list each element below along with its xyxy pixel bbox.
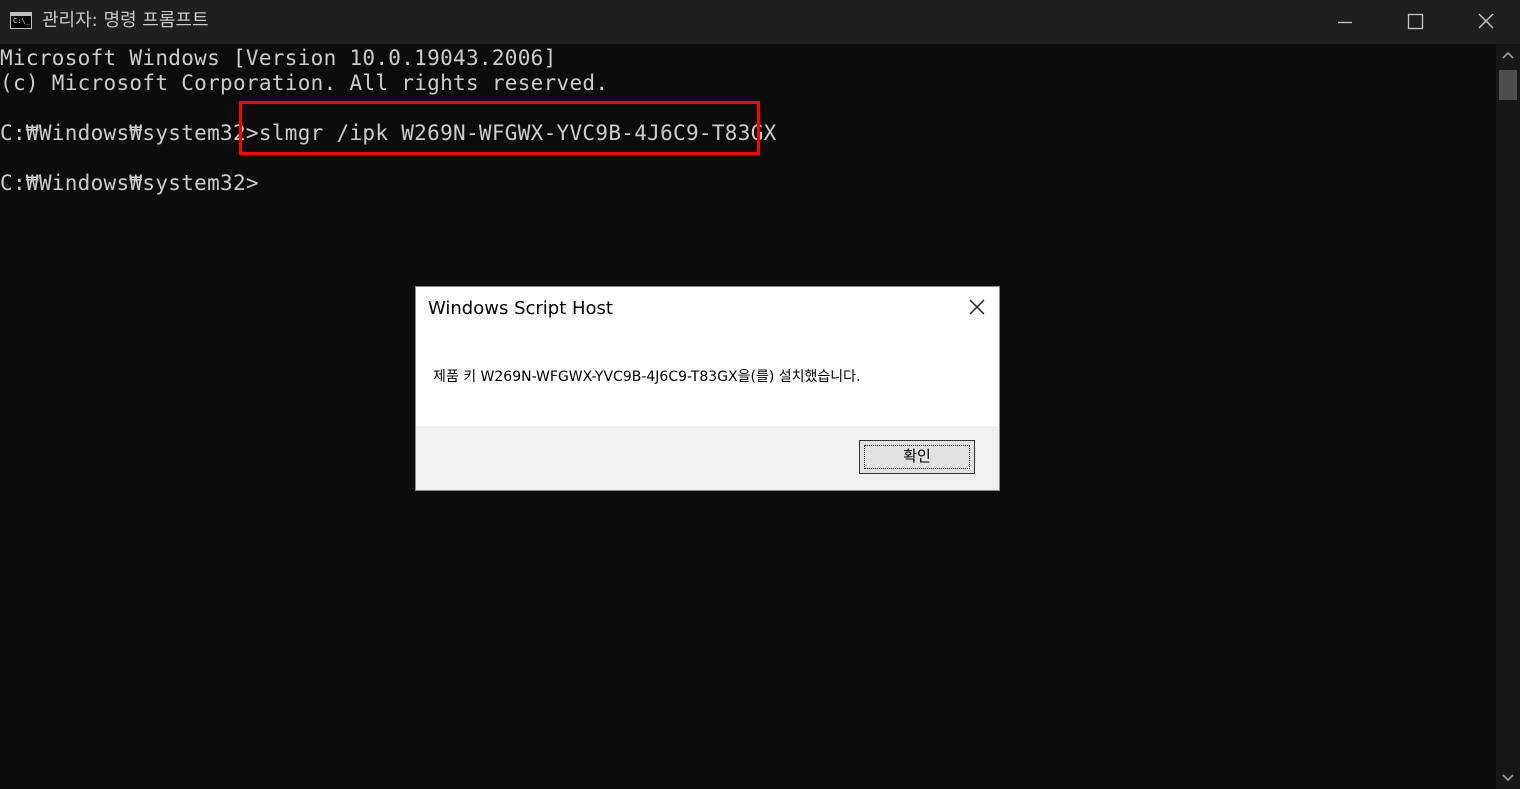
maximize-button[interactable] bbox=[1380, 0, 1450, 44]
chevron-down-icon bbox=[1502, 774, 1514, 782]
scroll-down-button[interactable] bbox=[1496, 767, 1520, 789]
title-bar[interactable]: C:\_ 관리자: 명령 프롬프트 bbox=[0, 0, 1520, 44]
script-host-dialog: Windows Script Host 제품 키 W269N-WFGWX-YVC… bbox=[415, 286, 1000, 491]
maximize-icon bbox=[1407, 13, 1424, 30]
minimize-icon bbox=[1338, 21, 1352, 24]
window-title: 관리자: 명령 프롬프트 bbox=[42, 10, 209, 31]
console-line-copyright: (c) Microsoft Corporation. All rights re… bbox=[0, 71, 609, 95]
minimize-button[interactable] bbox=[1310, 0, 1380, 44]
console-line-version: Microsoft Windows [Version 10.0.19043.20… bbox=[0, 46, 557, 70]
chevron-up-icon bbox=[1502, 51, 1514, 59]
vertical-scrollbar[interactable] bbox=[1496, 44, 1520, 789]
console-line-prompt: C:₩Windows₩system32> bbox=[0, 171, 259, 195]
dialog-title: Windows Script Host bbox=[428, 298, 613, 319]
dialog-close-button[interactable] bbox=[961, 293, 993, 323]
console-line-command: C:₩Windows₩system32>slmgr /ipk W269N-WFG… bbox=[0, 121, 777, 145]
close-icon bbox=[969, 299, 985, 315]
cmd-icon: C:\_ bbox=[10, 12, 32, 29]
close-button[interactable] bbox=[1450, 0, 1520, 44]
dialog-footer: 확인 bbox=[416, 426, 999, 490]
cmd-window: C:\_ 관리자: 명령 프롬프트 Microsoft Windows [Ver… bbox=[0, 0, 1520, 789]
scroll-thumb[interactable] bbox=[1499, 70, 1517, 100]
ok-button-label: 확인 bbox=[903, 447, 931, 465]
close-icon bbox=[1478, 13, 1494, 29]
ok-button[interactable]: 확인 bbox=[859, 440, 975, 474]
scroll-up-button[interactable] bbox=[1496, 44, 1520, 66]
dialog-message: 제품 키 W269N-WFGWX-YVC9B-4J6C9-T83GX을(를) 설… bbox=[433, 369, 861, 385]
cmd-icon-text: C:\_ bbox=[13, 17, 30, 25]
